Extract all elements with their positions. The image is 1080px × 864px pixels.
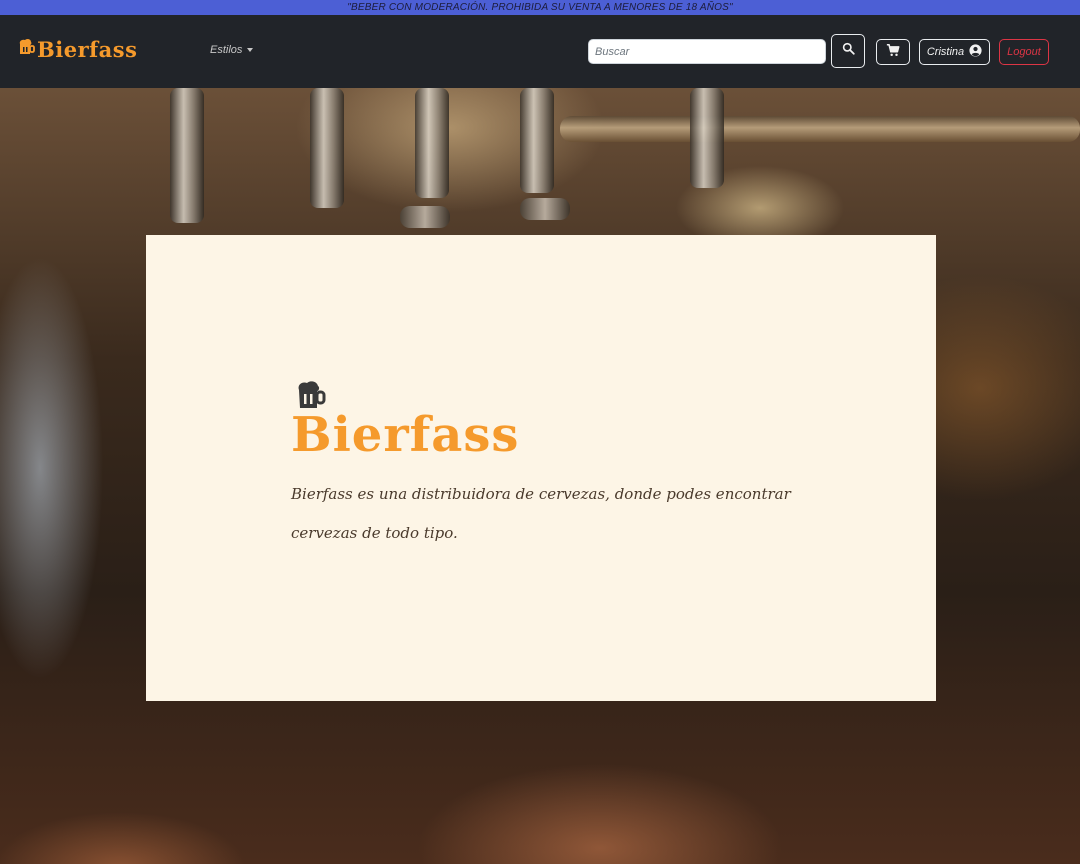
cart-icon bbox=[886, 43, 900, 62]
beer-mug-icon bbox=[17, 38, 35, 61]
logout-label: Logout bbox=[1007, 46, 1041, 58]
hero-logo-text: Bierfass bbox=[291, 407, 520, 463]
background-beer-tap bbox=[415, 88, 449, 198]
age-warning-banner: "BEBER CON MODERACIÓN. PROHIBIDA SU VENT… bbox=[0, 0, 1080, 15]
background-beer-tap bbox=[690, 88, 724, 188]
navbar: Bierfass Estilos Cristina bbox=[0, 15, 1080, 88]
logout-button[interactable]: Logout bbox=[999, 39, 1049, 65]
hero-card: Bierfass Bierfass es una distribuidora d… bbox=[146, 235, 936, 701]
background-beer-tap bbox=[520, 88, 554, 193]
brand-name: Bierfass bbox=[37, 37, 138, 62]
background-beer-tap bbox=[170, 88, 204, 223]
styles-dropdown[interactable]: Estilos bbox=[210, 44, 254, 56]
user-circle-icon bbox=[969, 44, 982, 60]
background-beer-tap-nozzle bbox=[520, 198, 570, 220]
background-beer-tap bbox=[310, 88, 344, 208]
background-beer-tap-nozzle bbox=[400, 206, 450, 228]
user-menu-button[interactable]: Cristina bbox=[919, 39, 990, 65]
search-input[interactable] bbox=[588, 39, 826, 64]
caret-down-icon bbox=[247, 48, 254, 52]
search-button[interactable] bbox=[831, 34, 865, 68]
styles-dropdown-label: Estilos bbox=[210, 44, 243, 56]
brand-link[interactable]: Bierfass bbox=[17, 37, 137, 62]
user-name: Cristina bbox=[926, 46, 965, 58]
search-icon bbox=[842, 42, 855, 60]
cart-button[interactable] bbox=[876, 39, 910, 65]
hero-description: Bierfass es una distribuidora de cerveza… bbox=[291, 485, 791, 542]
background-beer-tap-pipe bbox=[560, 116, 1080, 142]
